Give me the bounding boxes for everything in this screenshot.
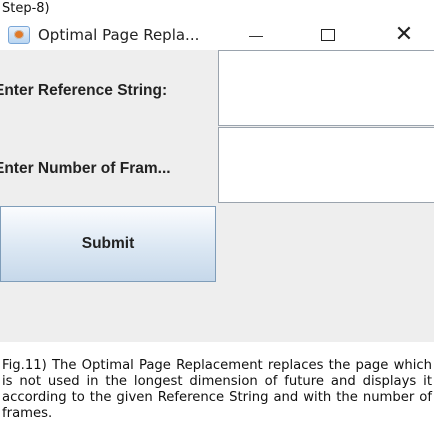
figure-caption: Fig.11) The Optimal Page Replacement rep… [2, 358, 432, 421]
close-button[interactable]: ✕ [374, 20, 434, 50]
step-label: Step-8) [2, 1, 50, 16]
app-window: Optimal Page Repla... ✕ Enter Reference … [0, 20, 434, 342]
number-of-frames-label: Enter Number of Fram... [0, 160, 171, 177]
number-of-frames-input[interactable] [218, 127, 434, 203]
minimize-button[interactable] [226, 20, 286, 50]
java-app-icon [8, 26, 30, 44]
minimize-icon [249, 35, 263, 37]
reference-string-input[interactable] [218, 50, 434, 126]
close-icon: ✕ [394, 22, 414, 47]
maximize-button[interactable] [298, 20, 358, 50]
submit-button[interactable]: Submit [0, 206, 216, 282]
maximize-icon [321, 29, 335, 41]
title-bar: Optimal Page Repla... ✕ [0, 20, 434, 50]
reference-string-label: Enter Reference String: [0, 82, 168, 99]
window-title: Optimal Page Repla... [38, 26, 200, 44]
